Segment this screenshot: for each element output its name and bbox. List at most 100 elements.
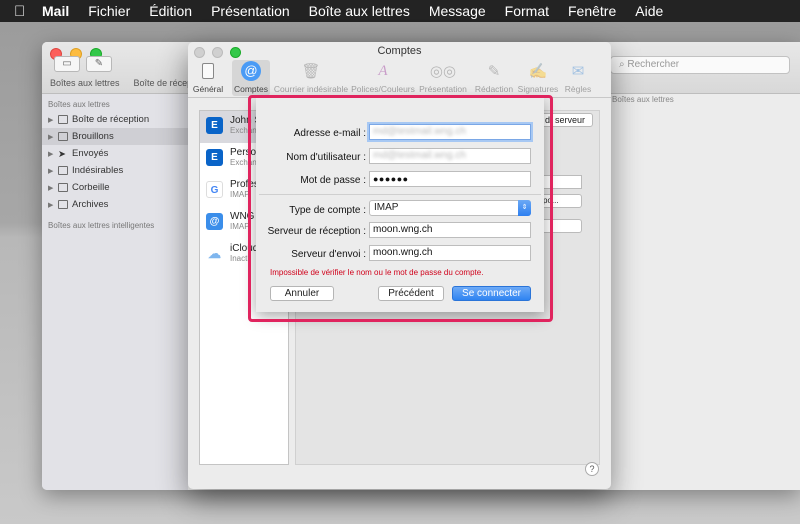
sent-icon: ➤ <box>58 149 66 160</box>
sidebar-item-sent[interactable]: ▶ ➤ Envoyés <box>42 145 188 162</box>
google-icon: G <box>206 181 223 198</box>
password-field[interactable]: ●●●●●● <box>369 171 531 187</box>
menu-presentation[interactable]: Présentation <box>211 3 290 19</box>
exchange-icon: E <box>206 117 223 134</box>
glasses-icon: ◎◎ <box>429 63 457 80</box>
disclosure-triangle-icon[interactable]: ▶ <box>48 184 54 192</box>
menu-format[interactable]: Format <box>505 3 549 19</box>
menu-fenetre[interactable]: Fenêtre <box>568 3 616 19</box>
switch-icon <box>197 61 219 81</box>
sidebar-item-drafts[interactable]: ▶ Brouillons <box>42 128 188 145</box>
disclosure-triangle-icon[interactable]: ▶ <box>48 133 54 141</box>
tab-rules[interactable]: ✉ Règles <box>560 60 596 96</box>
username-label: Nom d'utilisateur : <box>286 152 366 163</box>
tab-viewing[interactable]: ◎◎ Présentation <box>414 60 472 96</box>
email-label: Adresse e-mail : <box>293 128 366 139</box>
tab-junk-mail[interactable]: 🗑 Courrier indésirable <box>270 60 352 96</box>
menu-fichier[interactable]: Fichier <box>88 3 130 19</box>
incoming-server-label: Serveur de réception : <box>267 226 366 237</box>
username-field[interactable]: md@testmail.wng.ch <box>369 148 531 164</box>
favorite-inbox[interactable]: Boîte de récep <box>134 78 193 88</box>
tab-label: Règles <box>564 84 592 94</box>
sidebar-item-inbox[interactable]: ▶ Boîte de réception <box>42 111 188 128</box>
tab-fonts-colors[interactable]: A Polices/Couleurs <box>351 60 415 96</box>
account-setup-dialog: Adresse e-mail : md@testmail.wng.ch Nom … <box>256 98 544 312</box>
apple-icon[interactable]:  <box>14 3 42 20</box>
at-icon: @ <box>240 61 262 81</box>
disclosure-triangle-icon[interactable]: ▶ <box>48 116 54 124</box>
divider <box>259 194 541 195</box>
disclosure-triangle-icon[interactable]: ▶ <box>48 167 54 175</box>
previous-button[interactable]: Précédent <box>378 286 444 301</box>
dropdown-value: po... <box>543 196 559 205</box>
prefs-title: Comptes <box>377 45 422 57</box>
junk-icon <box>58 166 68 175</box>
sidebar-item-label: Archives <box>72 199 109 210</box>
error-message: Impossible de vérifier le nom ou le mot … <box>270 268 484 277</box>
account-type-select[interactable]: IMAP ⇕ <box>369 200 531 216</box>
mail-toolbar-buttons: ▭ ✎ <box>54 56 112 72</box>
sidebar-section-mailboxes: Boîtes aux lettres <box>48 100 110 109</box>
sidebar-item-archives[interactable]: ▶ Archives <box>42 196 188 213</box>
tab-label: Courrier indésirable <box>273 84 349 94</box>
sidebar-item-label: Indésirables <box>72 165 124 176</box>
disclosure-triangle-icon[interactable]: ▶ <box>48 201 54 209</box>
exchange-icon: E <box>206 149 223 166</box>
help-button[interactable]: ? <box>585 462 599 476</box>
password-label: Mot de passe : <box>300 175 366 186</box>
dropdown-field[interactable]: po... <box>540 194 582 208</box>
outgoing-server-label: Serveur d'envoi : <box>291 249 366 260</box>
server-settings-button[interactable]: d. serveur <box>537 113 593 127</box>
drafts-icon <box>58 132 68 141</box>
account-field[interactable] <box>540 175 582 189</box>
sidebar-item-label: Boîte de réception <box>72 114 150 125</box>
sidebar-item-trash[interactable]: ▶ Corbeille <box>42 179 188 196</box>
pencil-icon: ✎ <box>487 63 501 80</box>
menu-edition[interactable]: Édition <box>149 3 192 19</box>
compose-icon[interactable]: ✎ <box>86 56 112 72</box>
email-value: md@testmail.wng.ch <box>373 126 466 137</box>
sidebar-section-smart: Boîtes aux lettres intelligentes <box>48 221 155 230</box>
archive-icon <box>58 200 68 209</box>
menu-app-mail[interactable]: Mail <box>42 3 69 19</box>
rules-icon: ✉ <box>571 63 585 80</box>
cancel-button[interactable]: Annuler <box>270 286 334 301</box>
icloud-icon: ☁ <box>206 245 223 262</box>
sidebar-item-label: Brouillons <box>72 131 114 142</box>
username-value: md@testmail.wng.ch <box>373 150 466 161</box>
trash-icon <box>58 183 68 192</box>
account-type-label: Type de compte : <box>289 205 366 216</box>
incoming-server-value: moon.wng.ch <box>373 224 433 235</box>
outgoing-server-field[interactable]: moon.wng.ch <box>369 245 531 261</box>
menu-boite-aux-lettres[interactable]: Boîte aux lettres <box>309 3 410 19</box>
search-icon: ⌕ <box>619 59 625 70</box>
list-header: Boîtes aux lettres <box>612 95 674 104</box>
mailbox-toggle-icon[interactable]: ▭ <box>54 56 80 72</box>
prefs-toolbar: Général @ Comptes 🗑 Courrier indésirable… <box>188 60 611 96</box>
disclosure-triangle-icon[interactable]: ▶ <box>48 150 54 158</box>
password-value: ●●●●●● <box>373 174 409 184</box>
search-placeholder: Rechercher <box>627 59 680 70</box>
favorites-bar: Boîtes aux lettres Boîte de récep <box>50 78 192 88</box>
favorite-mailboxes[interactable]: Boîtes aux lettres <box>50 78 120 88</box>
email-field[interactable]: md@testmail.wng.ch <box>369 124 531 140</box>
dropdown-field[interactable] <box>540 219 582 233</box>
mailbox-sidebar: Boîtes aux lettres ▶ Boîte de réception ▶… <box>42 94 188 490</box>
trash-bin-icon: 🗑 <box>301 63 321 80</box>
search-input[interactable]: ⌕ Rechercher <box>610 56 790 74</box>
menu-message[interactable]: Message <box>429 3 486 19</box>
incoming-server-field[interactable]: moon.wng.ch <box>369 222 531 238</box>
signature-icon: ✍ <box>528 63 548 80</box>
font-icon: A <box>378 62 388 79</box>
updown-chevron-icon: ⇕ <box>518 200 531 216</box>
inbox-icon <box>58 115 68 124</box>
connect-button[interactable]: Se connecter <box>452 286 531 301</box>
sidebar-item-label: Corbeille <box>72 182 110 193</box>
outgoing-server-value: moon.wng.ch <box>373 247 433 258</box>
sidebar-item-junk[interactable]: ▶ Indésirables <box>42 162 188 179</box>
account-type-value: IMAP <box>374 202 399 213</box>
at-icon: @ <box>206 213 223 230</box>
sidebar-item-label: Envoyés <box>72 148 109 159</box>
menu-bar:  Mail Fichier Édition Présentation Boît… <box>0 0 800 22</box>
menu-aide[interactable]: Aide <box>635 3 663 19</box>
